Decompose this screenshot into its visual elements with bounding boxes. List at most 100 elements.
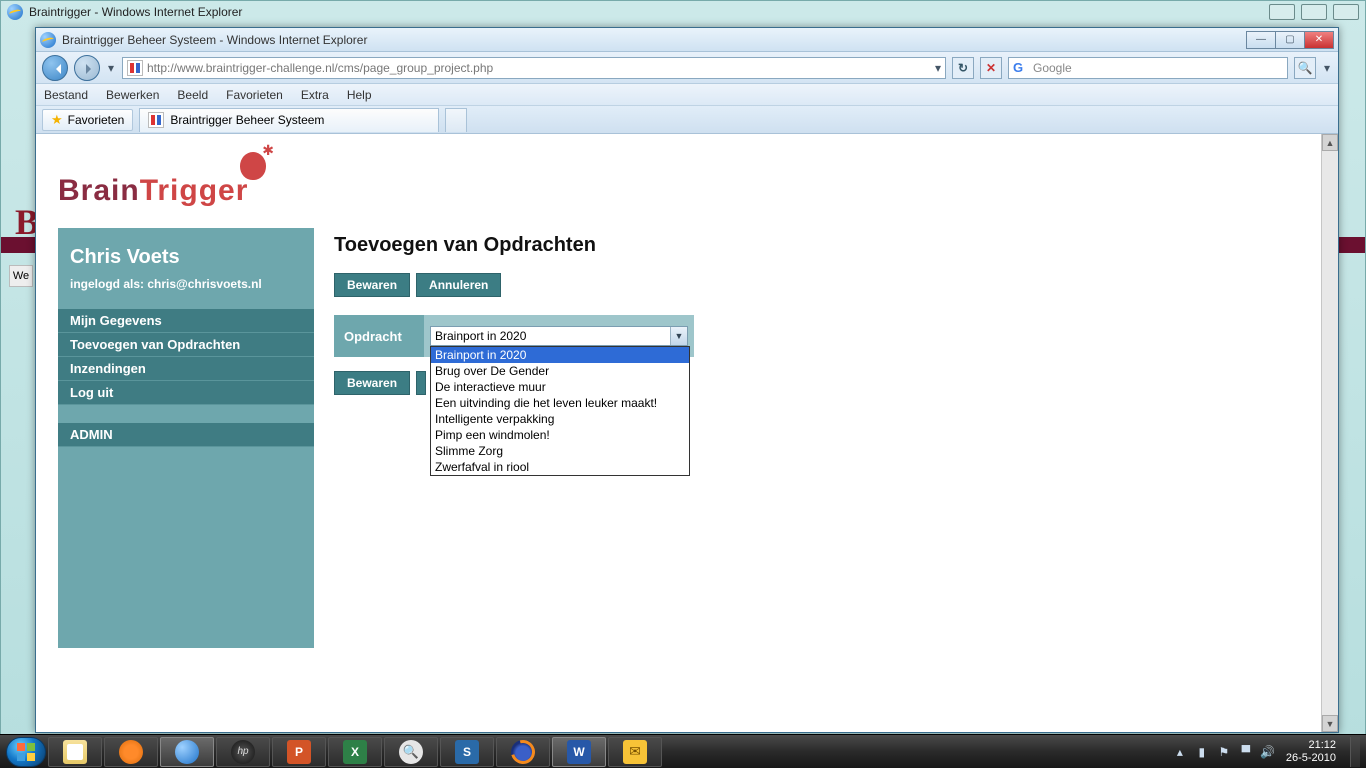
- dropdown-option[interactable]: Pimp een windmolen!: [431, 427, 689, 443]
- taskbar-app-powerpoint[interactable]: [272, 737, 326, 767]
- site-icon: [127, 60, 143, 76]
- sidebar-item-admin[interactable]: ADMIN: [58, 423, 314, 447]
- ie-icon: [40, 32, 56, 48]
- opdracht-selected-value: Brainport in 2020: [435, 329, 526, 343]
- taskbar-app-magnifier[interactable]: [384, 737, 438, 767]
- search-box[interactable]: Google: [1008, 57, 1288, 79]
- logo-text-trigger: Trigger: [140, 174, 249, 207]
- outer-close-button[interactable]: [1333, 4, 1359, 20]
- tray-show-hidden-icon[interactable]: ▴: [1172, 744, 1188, 760]
- ie-icon: [7, 4, 23, 20]
- scroll-down-button[interactable]: ▼: [1322, 715, 1338, 732]
- dropdown-option[interactable]: Slimme Zorg: [431, 443, 689, 459]
- search-button[interactable]: 🔍: [1294, 57, 1316, 79]
- outer-window-title: Braintrigger - Windows Internet Explorer: [29, 5, 242, 19]
- dropdown-option[interactable]: Brainport in 2020: [431, 347, 689, 363]
- tray-action-center-icon[interactable]: ⚑: [1216, 744, 1232, 760]
- sidebar-logged-in: ingelogd als: chris@chrisvoets.nl: [58, 277, 314, 309]
- tray-network-icon[interactable]: ▀: [1238, 744, 1254, 760]
- taskbar-app-word[interactable]: [552, 737, 606, 767]
- menu-extra[interactable]: Extra: [301, 88, 329, 102]
- dropdown-option[interactable]: Zwerfafval in riool: [431, 459, 689, 475]
- search-options-dropdown[interactable]: ▾: [1322, 55, 1332, 81]
- star-icon: ★: [51, 112, 63, 128]
- outer-titlebar: Braintrigger - Windows Internet Explorer: [1, 1, 1365, 23]
- favorites-button[interactable]: ★ Favorieten: [42, 109, 133, 131]
- tray-volume-icon[interactable]: 🔊: [1260, 744, 1276, 760]
- inner-ie-window: Braintrigger Beheer Systeem - Windows In…: [35, 27, 1339, 733]
- taskbar-clock[interactable]: 21:12 26-5-2010: [1286, 739, 1336, 765]
- dropdown-option[interactable]: Brug over De Gender: [431, 363, 689, 379]
- scroll-up-button[interactable]: ▲: [1322, 134, 1338, 151]
- show-desktop-button[interactable]: [1350, 737, 1360, 767]
- powerpoint-icon: [287, 740, 311, 764]
- url-text: http://www.braintrigger-challenge.nl/cms…: [147, 61, 931, 75]
- dropdown-option[interactable]: Een uitvinding die het leven leuker maak…: [431, 395, 689, 411]
- sidebar-item-inzendingen[interactable]: Inzendingen: [58, 357, 314, 381]
- inner-titlebar: Braintrigger Beheer Systeem - Windows In…: [36, 28, 1338, 52]
- search-placeholder: Google: [1033, 61, 1283, 75]
- taskbar-app-ie[interactable]: [160, 737, 214, 767]
- new-tab-button[interactable]: [445, 108, 467, 132]
- menu-favorieten[interactable]: Favorieten: [226, 88, 283, 102]
- save-button-top[interactable]: Bewaren: [334, 273, 410, 297]
- taskbar-app-media-player[interactable]: [104, 737, 158, 767]
- inner-close-button[interactable]: ✕: [1304, 31, 1334, 49]
- logo-text-brain: Brain: [58, 174, 140, 207]
- word-icon: [567, 740, 591, 764]
- explorer-icon: [63, 740, 87, 764]
- inner-window-title: Braintrigger Beheer Systeem - Windows In…: [62, 33, 367, 47]
- firefox-icon: [511, 740, 535, 764]
- menu-bewerken[interactable]: Bewerken: [106, 88, 159, 102]
- forward-button[interactable]: [74, 55, 100, 81]
- inner-minimize-button[interactable]: —: [1246, 31, 1276, 49]
- taskbar-app-outlook[interactable]: [608, 737, 662, 767]
- clock-time: 21:12: [1308, 739, 1336, 752]
- menu-help[interactable]: Help: [347, 88, 372, 102]
- sidebar-item-toevoegen[interactable]: Toevoegen van Opdrachten: [58, 333, 314, 357]
- inner-maximize-button[interactable]: ▢: [1275, 31, 1305, 49]
- favorites-label: Favorieten: [68, 113, 125, 127]
- taskbar-app-explorer[interactable]: [48, 737, 102, 767]
- refresh-button[interactable]: ↻: [952, 57, 974, 79]
- taskbar-app-hp[interactable]: [216, 737, 270, 767]
- menu-bestand[interactable]: Bestand: [44, 88, 88, 102]
- sidebar-item-gegevens[interactable]: Mijn Gegevens: [58, 309, 314, 333]
- taskbar-app-excel[interactable]: [328, 737, 382, 767]
- menu-beeld[interactable]: Beeld: [177, 88, 208, 102]
- menu-bar: Bestand Bewerken Beeld Favorieten Extra …: [36, 84, 1338, 106]
- cancel-button-bottom-clipped[interactable]: [416, 371, 426, 395]
- page-viewport: BrainTrigger Chris Voets ingelogd als: c…: [36, 134, 1338, 732]
- tray-battery-icon[interactable]: ▮: [1194, 744, 1210, 760]
- address-dropdown-arrow[interactable]: ▾: [935, 61, 941, 75]
- tab-toolbar: ★ Favorieten Braintrigger Beheer Systeem: [36, 106, 1338, 134]
- magnifier-icon: [399, 740, 423, 764]
- inner-window-controls: — ▢ ✕: [1247, 31, 1334, 49]
- s-app-icon: [455, 740, 479, 764]
- sidebar-item-loguit[interactable]: Log uit: [58, 381, 314, 405]
- address-bar[interactable]: http://www.braintrigger-challenge.nl/cms…: [122, 57, 946, 79]
- nav-history-dropdown[interactable]: ▾: [106, 55, 116, 81]
- outlook-icon: [623, 740, 647, 764]
- cancel-button-top[interactable]: Annuleren: [416, 273, 501, 297]
- outer-ie-window: Braintrigger - Windows Internet Explorer…: [0, 0, 1366, 768]
- google-icon: [1013, 60, 1029, 76]
- save-button-bottom[interactable]: Bewaren: [334, 371, 410, 395]
- outer-restore-button[interactable]: [1301, 4, 1327, 20]
- dropdown-option[interactable]: Intelligente verpakking: [431, 411, 689, 427]
- outer-minimize-button[interactable]: [1269, 4, 1295, 20]
- tab-site-icon: [148, 112, 164, 128]
- browser-tab[interactable]: Braintrigger Beheer Systeem: [139, 108, 439, 132]
- excel-icon: [343, 740, 367, 764]
- opdracht-select[interactable]: Brainport in 2020 ▼: [430, 326, 688, 346]
- start-button[interactable]: [6, 737, 46, 767]
- stop-button[interactable]: ✕: [980, 57, 1002, 79]
- taskbar-app-s[interactable]: [440, 737, 494, 767]
- dropdown-option[interactable]: De interactieve muur: [431, 379, 689, 395]
- back-button[interactable]: [42, 55, 68, 81]
- outer-window-controls: [1269, 4, 1359, 20]
- ie-icon: [175, 740, 199, 764]
- taskbar-app-firefox[interactable]: [496, 737, 550, 767]
- system-tray[interactable]: ▴ ▮ ⚑ ▀ 🔊: [1172, 744, 1276, 760]
- vertical-scrollbar[interactable]: ▲ ▼: [1321, 134, 1338, 732]
